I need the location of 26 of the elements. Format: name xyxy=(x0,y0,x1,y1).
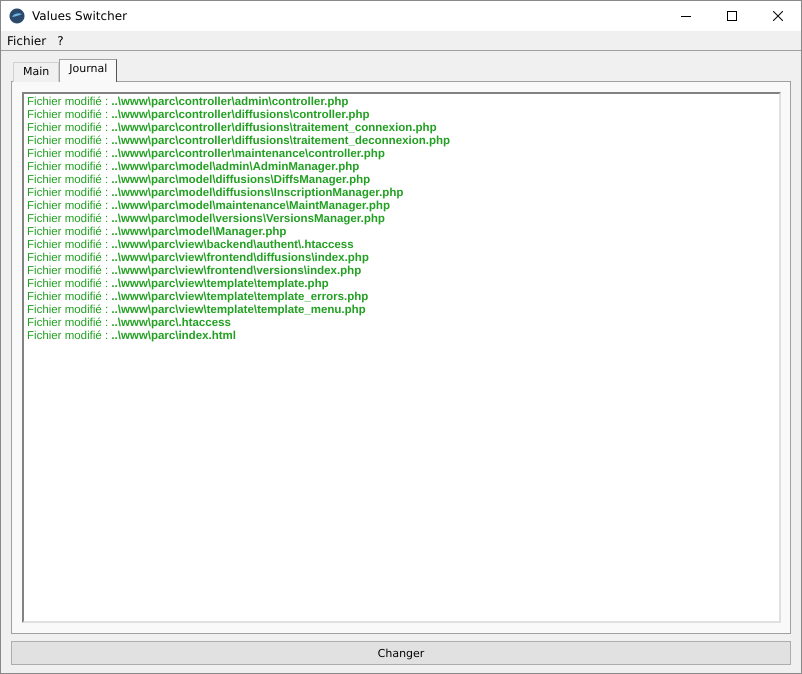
log-line: Fichier modifié : ..\www\parc\view\backend\authent\.htaccess xyxy=(27,239,355,252)
log-line: Fichier modifié : ..\www\parc\view\frontend\diffusions\index.php xyxy=(27,252,370,265)
log-line: Fichier modifié : ..\www\parc\model\maintenance\MaintManager.php xyxy=(27,200,391,213)
log-line: Fichier modifié : ..\www\parc\model\diffusions\DiffsManager.php xyxy=(27,174,372,187)
app-icon xyxy=(9,8,25,24)
log-line: Fichier modifié : ..\www\parc\view\template\template_menu.php xyxy=(27,304,367,317)
log-line: Fichier modifié : ..\www\parc\view\template\template.php xyxy=(27,278,330,291)
menu-item[interactable]: ? xyxy=(57,34,64,48)
log-line: Fichier modifié : ..\www\parc\view\frontend\versions\index.php xyxy=(27,265,362,278)
change-button[interactable]: Changer xyxy=(11,641,791,665)
log-line: Fichier modifié : ..\www\parc\controller\admin\controller.php xyxy=(27,96,350,109)
log-line: Fichier modifié : ..\www\parc\index.html xyxy=(27,330,237,343)
tab[interactable]: Main xyxy=(13,62,60,82)
log-line: Fichier modifié : ..\www\parc\model\versions\VersionsManager.php xyxy=(27,213,386,226)
log-line: Fichier modifié : ..\www\parc\model\diffusions\InscriptionManager.php xyxy=(27,187,404,200)
log-line: Fichier modifié : ..\www\parc\model\Manager.php xyxy=(27,226,288,239)
log-line: Fichier modifié : ..\www\parc\model\admin\AdminManager.php xyxy=(27,161,360,174)
log-line: Fichier modifié : ..\www\parc\controller\diffusions\traitement_connexion.php xyxy=(27,122,438,135)
log-line: Fichier modifié : ..\www\parc\view\template\template_errors.php xyxy=(27,291,370,304)
log-line: Fichier modifié : ..\www\parc\controller\diffusions\controller.php xyxy=(27,109,370,122)
tab[interactable]: Journal xyxy=(59,59,118,82)
window-title: Values Switcher xyxy=(32,9,128,23)
menu-item[interactable]: Fichier xyxy=(7,34,46,48)
log-line: Fichier modifié : ..\www\parc\controller\maintenance\controller.php xyxy=(27,148,386,161)
log-line: Fichier modifié : ..\www\parc\.htaccess xyxy=(27,317,232,330)
log-line: Fichier modifié : ..\www\parc\controller\diffusions\traitement_deconnexion.php xyxy=(27,135,452,148)
